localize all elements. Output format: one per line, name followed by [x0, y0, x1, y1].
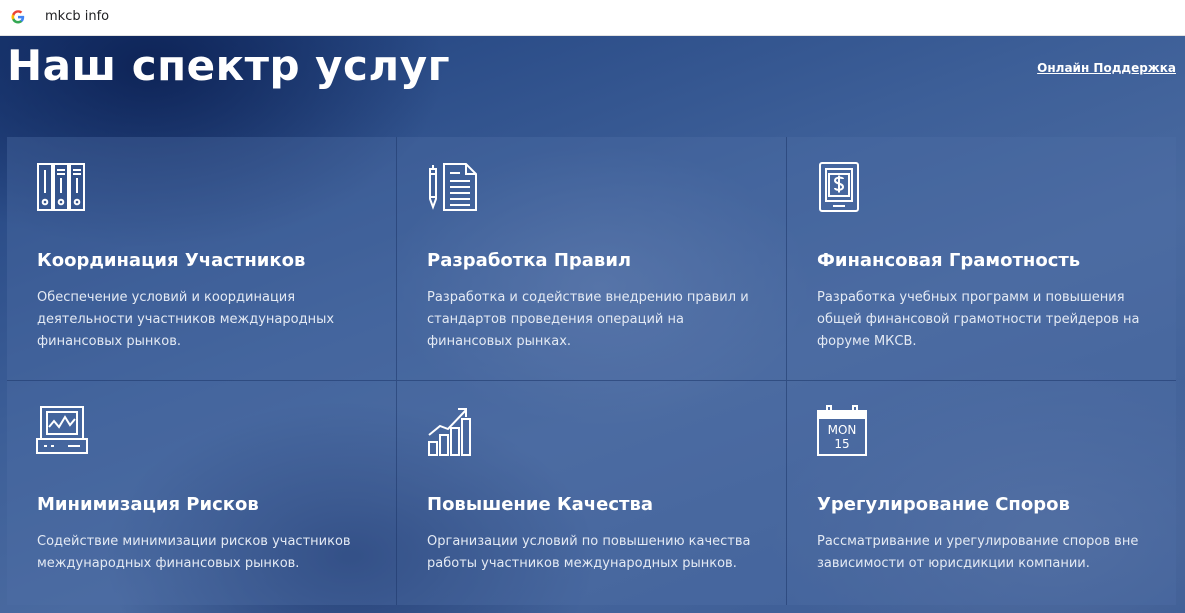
service-description: Разработка и содействие внедрению правил… [427, 290, 749, 349]
browser-search-bar: mkcb info [0, 0, 1185, 36]
binders-icon [36, 161, 88, 213]
calendar-date-text: 15 [834, 437, 849, 451]
service-title: Финансовая Грамотность [817, 250, 1081, 271]
service-card-rules[interactable]: Разработка Правил Разработка и содействи… [397, 137, 787, 381]
service-title: Разработка Правил [427, 250, 632, 271]
service-title: Повышение Качества [427, 494, 654, 515]
service-title: Минимизация Рисков [37, 494, 259, 515]
service-title: Координация Участников [37, 250, 306, 271]
service-description: Организации условий по повышению качеств… [427, 534, 751, 571]
service-description: Обеспечение условий и координация деятел… [37, 290, 335, 349]
calendar-icon: MON 15 [816, 405, 868, 457]
service-description: Содействие минимизации рисков участников… [37, 534, 351, 571]
services-grid: Координация Участников Обеспечение услов… [7, 137, 1176, 605]
service-description: Рассматривание и урегулирование споров в… [817, 534, 1139, 571]
service-description: Разработка учебных программ и повышения … [817, 290, 1140, 349]
dollar-tablet-icon [816, 161, 868, 213]
services-section: Наш спектр услуг Онлайн Поддержка Коорди… [0, 36, 1185, 613]
service-card-literacy[interactable]: Финансовая Грамотность Разработка учебны… [787, 137, 1176, 381]
calendar-day-text: MON [828, 423, 857, 437]
service-card-quality[interactable]: Повышение Качества Организации условий п… [397, 381, 787, 605]
search-query[interactable]: mkcb info [45, 9, 109, 24]
online-support-link[interactable]: Онлайн Поддержка [1037, 61, 1176, 75]
service-card-coordination[interactable]: Координация Участников Обеспечение услов… [7, 137, 397, 381]
document-pen-icon [426, 161, 478, 213]
service-card-risks[interactable]: Минимизация Рисков Содействие минимизаци… [7, 381, 397, 605]
google-logo-icon[interactable] [11, 10, 25, 24]
service-card-disputes[interactable]: MON 15 Урегулирование Споров Рассматрива… [787, 381, 1176, 605]
page-title: Наш спектр услуг [7, 41, 451, 90]
growth-chart-icon [426, 405, 478, 457]
service-title: Урегулирование Споров [817, 494, 1070, 515]
monitor-chart-icon [36, 405, 88, 457]
